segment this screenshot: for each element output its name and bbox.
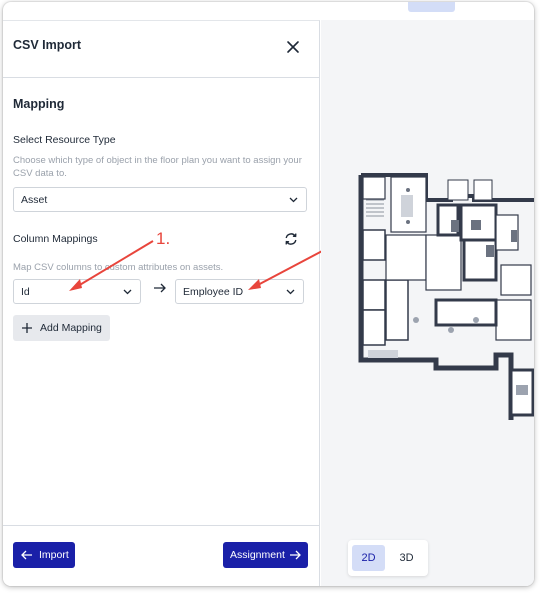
floorplan-map[interactable] (356, 170, 534, 440)
view-2d-button[interactable]: 2D (352, 545, 385, 571)
floorplan-viewport[interactable]: 2D 3D (321, 20, 534, 586)
view-2d-label: 2D (361, 552, 376, 564)
view-3d-label: 3D (399, 552, 414, 564)
view-3d-button[interactable]: 3D (390, 545, 423, 571)
app-window: CSV Import Mapping Select Resource Type … (3, 2, 534, 586)
annotation-1: 1. (156, 229, 171, 248)
view-mode-toggle: 2D 3D (348, 540, 428, 576)
